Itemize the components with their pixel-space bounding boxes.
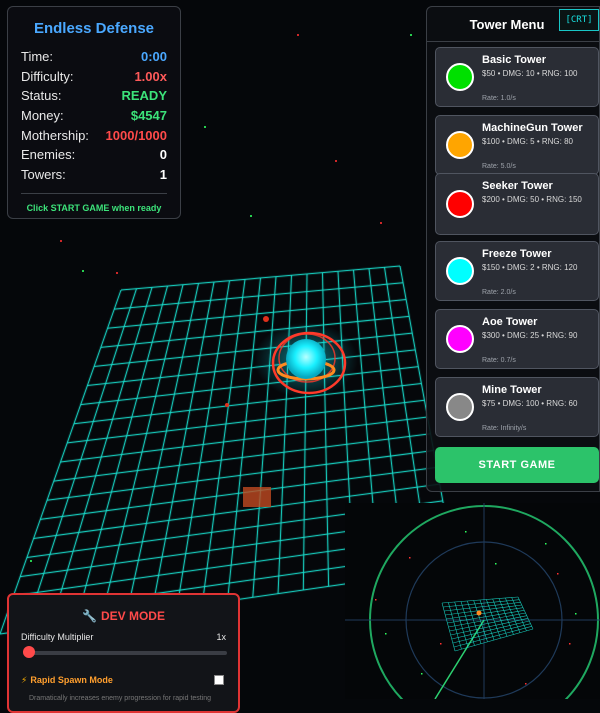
stat-row-money: Money: $4547 (21, 106, 167, 126)
difficulty-slider-thumb[interactable] (23, 646, 35, 658)
star-particle (204, 126, 206, 128)
tower-card-machinegun[interactable]: MachineGun Tower $100 • DMG: 5 • RNG: 80… (435, 115, 599, 175)
stat-row-status: Status: READY (21, 86, 167, 106)
stat-label: Enemies: (21, 147, 76, 163)
star-particle (116, 272, 118, 274)
difficulty-multiplier-value: 1x (216, 632, 226, 642)
star-particle (410, 34, 412, 36)
dev-mode-title: 🔧 DEV MODE (9, 609, 238, 623)
tower-stats: $200 • DMG: 50 • RNG: 150 (482, 195, 582, 204)
crt-toggle-button[interactable]: [CRT] (559, 9, 599, 31)
mothership[interactable] (254, 322, 358, 398)
stat-row-time: Time: 0:00 (21, 47, 167, 67)
rapid-spawn-label: ⚡ Rapid Spawn Mode (21, 675, 113, 686)
tower-name: Freeze Tower (482, 248, 552, 260)
money-value: $4547 (130, 108, 167, 124)
divider (427, 41, 599, 42)
minimap-mothership-dot (476, 610, 482, 616)
tower-color-icon (446, 325, 474, 353)
star-particle (30, 560, 32, 562)
tower-card-mine[interactable]: Mine Tower $75 • DMG: 100 • RNG: 60 Rate… (435, 377, 599, 437)
stat-label: Time: (21, 49, 54, 64)
lightning-icon: ⚡ (21, 675, 28, 685)
towers-value: 1 (159, 167, 167, 183)
tower-card-seeker[interactable]: Seeker Tower $200 • DMG: 50 • RNG: 150 (435, 173, 599, 235)
tower-color-icon (446, 257, 474, 285)
minimap-particle (525, 683, 527, 685)
stats-panel: Endless Defense Time: 0:00 Difficulty: 1… (7, 6, 181, 219)
tower-rate: Rate: 5.0/s (482, 163, 516, 170)
debris-dot (225, 403, 229, 407)
tower-stats: $150 • DMG: 2 • RNG: 120 (482, 263, 578, 272)
wrench-icon: 🔧 (82, 609, 97, 623)
tower-rate: Rate: Infinity/s (482, 425, 527, 432)
tower-name: Mine Tower (482, 384, 542, 396)
enemy-spawn-marker (243, 487, 271, 507)
star-particle (335, 160, 337, 162)
tower-name: MachineGun Tower (482, 122, 583, 134)
tower-stats: $300 • DMG: 25 • RNG: 90 (482, 331, 578, 340)
enemies-value: 0 (159, 147, 167, 163)
status-value: READY (121, 88, 167, 104)
tower-menu-panel: Tower Menu [CRT] Basic Tower $50 • DMG: … (426, 6, 600, 492)
star-particle (380, 222, 382, 224)
tower-rate: Rate: 2.0/s (482, 289, 516, 296)
tower-color-icon (446, 190, 474, 218)
minimap-particle (409, 557, 411, 559)
stat-label: Difficulty: (21, 68, 74, 84)
minimap-particle (385, 633, 387, 635)
tower-rate: Rate: 0.7/s (482, 357, 516, 364)
tower-color-icon (446, 131, 474, 159)
stat-label: Money: (21, 108, 64, 124)
divider (21, 192, 167, 194)
rapid-spawn-label-text: Rapid Spawn Mode (30, 675, 113, 685)
rapid-spawn-checkbox[interactable] (214, 675, 224, 685)
minimap-particle (557, 573, 559, 575)
tower-name: Seeker Tower (482, 180, 553, 192)
minimap-particle (421, 673, 423, 675)
minimap-particle (575, 613, 577, 615)
stat-row-difficulty: Difficulty: 1.00x (21, 67, 167, 87)
minimap-particle (375, 599, 377, 601)
difficulty-value: 1.00x (134, 68, 167, 84)
minimap-particle (465, 531, 467, 533)
tower-card-aoe[interactable]: Aoe Tower $300 • DMG: 25 • RNG: 90 Rate:… (435, 309, 599, 369)
game-title: Endless Defense (33, 20, 155, 37)
tower-card-freeze[interactable]: Freeze Tower $150 • DMG: 2 • RNG: 120 Ra… (435, 241, 599, 301)
debris-dot (263, 316, 269, 322)
star-particle (297, 34, 299, 36)
minimap-particle (495, 563, 497, 565)
difficulty-slider[interactable] (23, 651, 227, 655)
dev-mode-panel: 🔧 DEV MODE Difficulty Multiplier 1x ⚡ Rapi… (7, 593, 240, 713)
tower-name: Basic Tower (482, 54, 546, 66)
stat-label: Towers: (21, 167, 66, 183)
dev-mode-title-text: DEV MODE (100, 609, 165, 623)
star-particle (250, 215, 252, 217)
tower-stats: $100 • DMG: 5 • RNG: 80 (482, 137, 573, 146)
tower-stats: $75 • DMG: 100 • RNG: 60 (482, 399, 578, 408)
star-particle (82, 270, 84, 272)
start-game-button[interactable]: START GAME (435, 447, 599, 483)
tower-stats: $50 • DMG: 10 • RNG: 100 (482, 69, 578, 78)
stat-row-mothership: Mothership: 1000/1000 (21, 126, 167, 146)
stat-row-towers: Towers: 1 (21, 165, 167, 185)
tower-card-basic[interactable]: Basic Tower $50 • DMG: 10 • RNG: 100 Rat… (435, 47, 599, 107)
tower-color-icon (446, 393, 474, 421)
time-value: 0:00 (140, 49, 167, 64)
stat-label: Status: (21, 88, 62, 104)
mothership-health-value: 1000/1000 (105, 127, 167, 143)
minimap[interactable] (345, 503, 600, 699)
minimap-particle (569, 643, 571, 645)
minimap-particle (545, 543, 547, 545)
tower-color-icon (446, 63, 474, 91)
star-particle (60, 240, 62, 242)
tower-rate: Rate: 1.0/s (482, 95, 516, 102)
start-hint: Click START GAME when ready (26, 202, 162, 213)
stat-label: Mothership: (21, 127, 89, 143)
minimap-particle (440, 643, 442, 645)
stat-row-enemies: Enemies: 0 (21, 145, 167, 165)
tower-name: Aoe Tower (482, 316, 538, 328)
difficulty-multiplier-label: Difficulty Multiplier (21, 632, 94, 642)
